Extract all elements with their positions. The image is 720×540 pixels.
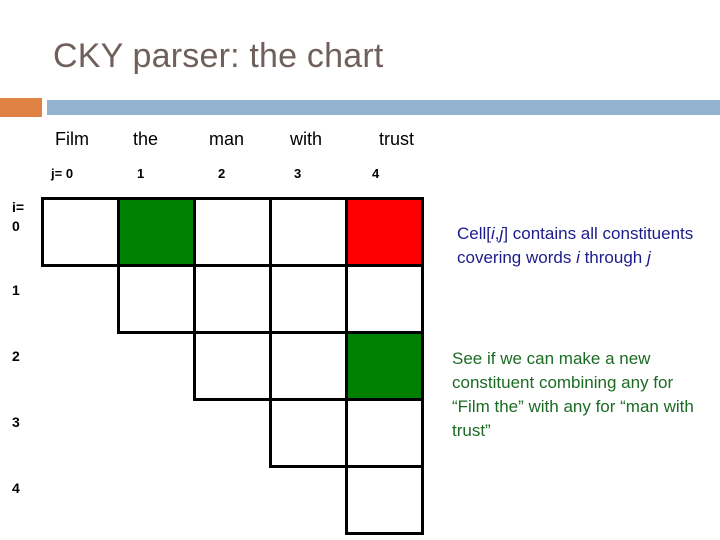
chart-cell-0-1[interactable]: [117, 197, 196, 267]
word-header-0: Film: [55, 129, 89, 149]
chart-cell-3-3[interactable]: [269, 398, 348, 468]
word-header-3: with: [290, 129, 323, 149]
page-title: CKY parser: the chart: [53, 37, 384, 75]
column-index-0: j= 0: [51, 166, 74, 181]
word-header-1: the: [133, 129, 159, 149]
note-cell-definition: Cell[i,j] contains all constituents cove…: [457, 222, 705, 270]
note-cell-def-line3-j: j: [646, 248, 651, 267]
chart-cell-0-2[interactable]: [193, 197, 272, 267]
column-index-3: 3: [294, 166, 302, 181]
column-index-2: 2: [218, 166, 226, 181]
accent-block: [0, 98, 42, 117]
row-index-0-line2: 0: [12, 218, 20, 234]
chart-cell-1-3[interactable]: [269, 264, 348, 334]
chart-cell-1-2[interactable]: [193, 264, 272, 334]
divider-bar: [47, 100, 720, 115]
chart-cell-0-0[interactable]: [41, 197, 120, 267]
word-header-2: man: [209, 129, 245, 149]
row-index-3: 3: [12, 414, 20, 430]
chart-cell-0-3[interactable]: [269, 197, 348, 267]
cky-chart-grid: [41, 197, 424, 535]
note-cell-def-post: ] contains all: [503, 224, 598, 243]
row-index-4: 4: [12, 480, 20, 496]
note-cell-def-pre: Cell[: [457, 224, 492, 243]
column-index-1: 1: [137, 166, 145, 181]
chart-cell-4-4[interactable]: [345, 465, 424, 535]
row-index-2: 2: [12, 348, 20, 364]
row-index-1: 1: [12, 282, 20, 298]
chart-cell-2-4[interactable]: [345, 331, 424, 401]
chart-cell-2-2[interactable]: [193, 331, 272, 401]
note-combine-constituents: See if we can make a new constituent com…: [452, 349, 694, 440]
chart-cell-2-3[interactable]: [269, 331, 348, 401]
chart-cell-1-4[interactable]: [345, 264, 424, 334]
column-index-4: 4: [372, 166, 380, 181]
chart-cell-0-4[interactable]: [345, 197, 424, 267]
chart-cell-1-1[interactable]: [117, 264, 196, 334]
row-index-0-line1: i=: [12, 199, 25, 215]
note-cell-def-line3-mid: through: [579, 248, 647, 267]
word-header-4: trust: [379, 129, 415, 149]
note-cell-def-line3-pre: words: [526, 248, 577, 267]
chart-cell-3-4[interactable]: [345, 398, 424, 468]
row-index-0: i= 0: [12, 198, 24, 236]
